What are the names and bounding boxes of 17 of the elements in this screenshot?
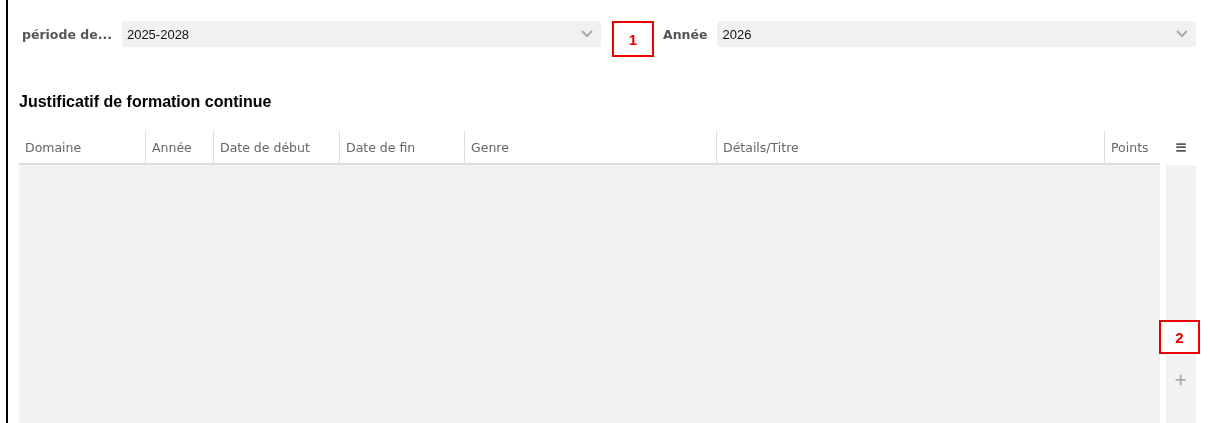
filter-label: période de... [21, 26, 113, 42]
column-header[interactable]: Détails/Titre [716, 131, 1104, 163]
column-header[interactable]: Genre [464, 131, 716, 163]
filter-label: Année [662, 26, 709, 42]
column-header[interactable]: Date de fin [339, 131, 464, 163]
callout-marker: 1 [612, 21, 654, 57]
chevron-icon [1176, 30, 1188, 38]
menu-icon[interactable]: ≡ [1166, 131, 1196, 163]
section-title: Justificatif de formation continue [19, 93, 273, 111]
column-header[interactable]: Domaine [19, 131, 145, 163]
select-field[interactable]: 2025-2028 [121, 21, 601, 47]
column-header[interactable]: Date de début [213, 131, 339, 163]
callout-marker: 2 [1159, 320, 1200, 354]
select-field[interactable]: 2026 [717, 21, 1196, 47]
column-header[interactable]: Année [145, 131, 213, 163]
chevron-icon [581, 30, 593, 38]
column-header[interactable]: Points [1104, 131, 1160, 163]
